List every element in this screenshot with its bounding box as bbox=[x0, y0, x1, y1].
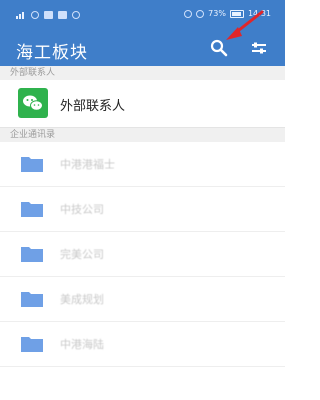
status-icons-left bbox=[16, 10, 80, 19]
page-title: 海工板块 bbox=[16, 43, 88, 63]
section-header-enterprise: 企业通讯录 bbox=[0, 128, 285, 142]
status-app-icon bbox=[58, 10, 67, 19]
external-contacts-label: 外部联系人 bbox=[60, 99, 126, 114]
folder-icon bbox=[21, 247, 43, 262]
folder-row[interactable]: 中技公司 bbox=[0, 187, 285, 232]
folder-row[interactable]: 完美公司 bbox=[0, 232, 285, 277]
status-notification-icon bbox=[72, 10, 80, 19]
folder-label: 中技公司 bbox=[60, 203, 104, 216]
bluetooth-icon bbox=[184, 9, 193, 18]
alarm-icon bbox=[196, 9, 205, 18]
folder-icon bbox=[21, 157, 43, 172]
folder-row[interactable]: 美成规划 bbox=[0, 277, 285, 322]
section-header-external: 外部联系人 bbox=[0, 66, 285, 80]
folder-label: 美成规划 bbox=[60, 293, 104, 306]
wechat-icon bbox=[18, 88, 48, 118]
folder-label: 完美公司 bbox=[60, 248, 104, 261]
folder-row[interactable]: 中港港福士 bbox=[0, 142, 285, 187]
red-arrow-annotation bbox=[226, 10, 264, 40]
folder-icon bbox=[21, 292, 43, 307]
folder-icon bbox=[21, 202, 43, 217]
folder-row[interactable]: 中港海陆 bbox=[0, 322, 285, 367]
external-contacts-item[interactable]: 外部联系人 bbox=[0, 80, 285, 128]
folder-label: 中港海陆 bbox=[60, 338, 104, 351]
status-check-icon bbox=[31, 10, 39, 19]
signal-icon bbox=[16, 12, 24, 19]
status-app-icon bbox=[44, 10, 53, 19]
folder-icon bbox=[21, 337, 43, 352]
folder-label: 中港港福士 bbox=[60, 158, 115, 171]
